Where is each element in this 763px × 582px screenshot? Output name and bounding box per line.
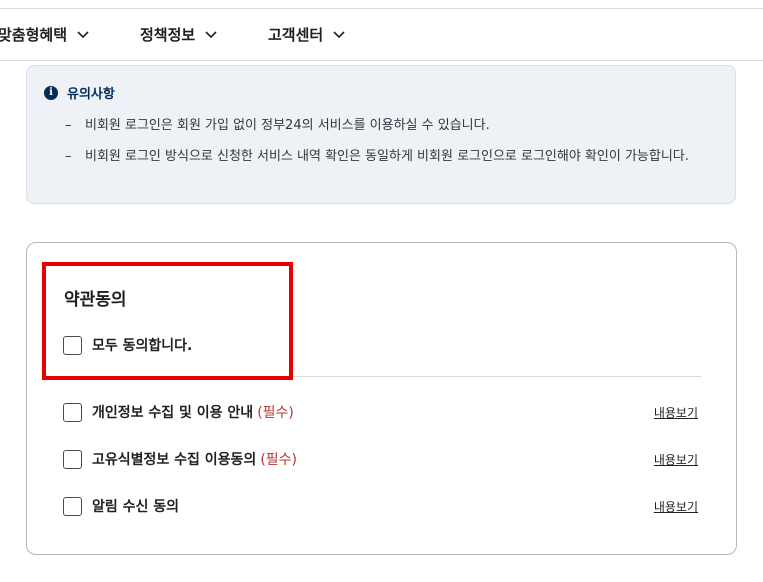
notification-checkbox[interactable] — [63, 496, 82, 516]
nav-item-label: 고객센터 — [268, 26, 324, 44]
nav-item-label: 맞춤형혜택 — [0, 26, 68, 44]
notice-list: – 비회원 로그인은 회원 가입 없이 정부24의 서비스를 이용하실 수 있습니… — [65, 114, 725, 176]
notice-item: – 비회원 로그인 방식으로 신청한 서비스 내역 확인은 동일하게 비회원 로그… — [65, 149, 689, 164]
nav-item-policy-info[interactable]: 정책정보 — [140, 9, 217, 60]
info-icon: i — [44, 85, 58, 100]
nav-item-custom-benefits[interactable]: 맞춤형혜택 — [0, 9, 89, 60]
terms-item-label: 고유식별정보 수집 이용동의 — [92, 452, 257, 468]
view-unique-id-link[interactable]: 내용보기 — [654, 451, 698, 468]
notice-title: i 유의사항 — [44, 83, 115, 102]
nav-item-customer-center[interactable]: 고객센터 — [268, 9, 345, 60]
chevron-down-icon — [333, 30, 345, 38]
terms-item-notification[interactable]: 알림 수신 동의 — [63, 496, 179, 516]
nav-item-label: 정책정보 — [140, 26, 196, 44]
view-notification-link[interactable]: 내용보기 — [654, 498, 698, 515]
notice-title-text: 유의사항 — [67, 87, 115, 102]
unique-id-checkbox[interactable] — [63, 449, 82, 469]
terms-item-label: 알림 수신 동의 — [92, 499, 180, 515]
terms-item-privacy[interactable]: 개인정보 수집 및 이용 안내 (필수) — [63, 402, 294, 422]
highlight-box — [42, 262, 293, 380]
terms-item-label: 개인정보 수집 및 이용 안내 — [92, 405, 254, 421]
main-navigation: 맞춤형혜택 정책정보 고객센터 — [0, 9, 763, 61]
privacy-checkbox[interactable] — [63, 402, 82, 422]
chevron-down-icon — [77, 30, 89, 38]
notice-box: i 유의사항 – 비회원 로그인은 회원 가입 없이 정부24의 서비스를 이용하… — [26, 65, 736, 204]
notice-item: – 비회원 로그인은 회원 가입 없이 정부24의 서비스를 이용하실 수 있습니… — [65, 118, 490, 133]
required-badge: (필수) — [257, 405, 294, 421]
chevron-down-icon — [205, 30, 217, 38]
terms-item-unique-id[interactable]: 고유식별정보 수집 이용동의 (필수) — [63, 449, 297, 469]
required-badge: (필수) — [260, 452, 297, 468]
view-privacy-link[interactable]: 내용보기 — [654, 404, 698, 421]
